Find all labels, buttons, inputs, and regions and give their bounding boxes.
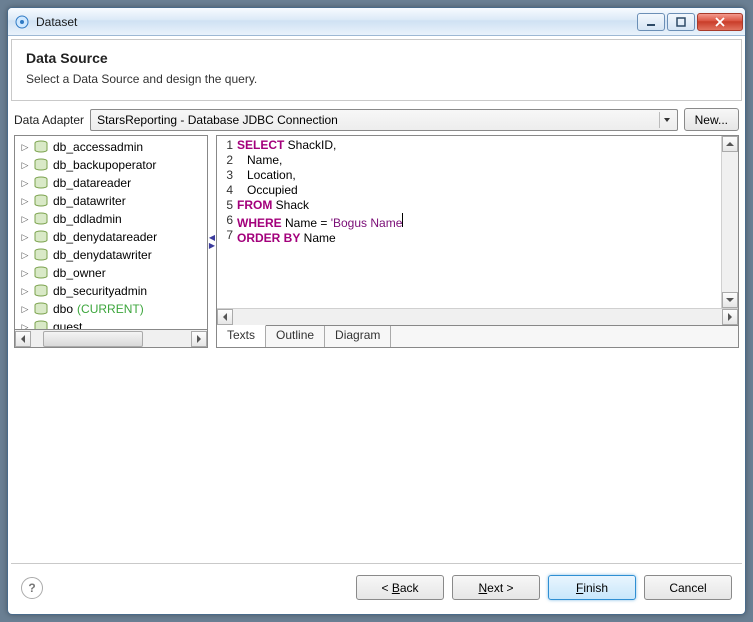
expand-icon[interactable]: ▷: [19, 250, 31, 261]
schema-icon: [33, 266, 49, 280]
dialog-window: Dataset Data Source Select a Data Source…: [7, 7, 746, 615]
editor-hscrollbar[interactable]: [217, 308, 738, 325]
schema-icon: [33, 194, 49, 208]
schema-icon: [33, 248, 49, 262]
new-adapter-button[interactable]: New...: [684, 108, 739, 131]
expand-icon[interactable]: ▷: [19, 268, 31, 279]
tree-item-dbo[interactable]: ▷dbo(CURRENT): [15, 300, 207, 318]
tab-texts[interactable]: Texts: [217, 325, 266, 347]
next-button[interactable]: Next >: [452, 575, 540, 600]
expand-icon[interactable]: ▷: [19, 160, 31, 171]
current-badge: (CURRENT): [77, 302, 144, 316]
scroll-right-icon[interactable]: [191, 331, 207, 347]
maximize-button[interactable]: [667, 13, 695, 31]
sash-right-icon: ▶: [209, 243, 215, 249]
scroll-left-icon[interactable]: [217, 309, 233, 325]
scroll-right-icon[interactable]: [722, 309, 738, 325]
wizard-footer: ? < Back Next > Finish Cancel: [11, 563, 742, 611]
tree-item[interactable]: ▷db_owner: [15, 264, 207, 282]
schema-icon: [33, 320, 49, 330]
finish-button[interactable]: Finish: [548, 575, 636, 600]
app-icon: [14, 14, 30, 30]
tree-item[interactable]: ▷db_datawriter: [15, 192, 207, 210]
expand-icon[interactable]: ▷: [19, 286, 31, 297]
expand-icon[interactable]: ▷: [19, 322, 31, 331]
data-adapter-combo[interactable]: StarsReporting - Database JDBC Connectio…: [90, 109, 678, 131]
schema-icon: [33, 212, 49, 226]
tab-diagram[interactable]: Diagram: [325, 326, 391, 347]
back-button[interactable]: < Back: [356, 575, 444, 600]
schema-icon: [33, 140, 49, 154]
sash-handle[interactable]: ◀ ▶: [208, 135, 216, 348]
schema-icon: [33, 230, 49, 244]
tree-item[interactable]: ▷db_denydatawriter: [15, 246, 207, 264]
line-gutter: 1 2 3 4 5 6 7: [217, 136, 235, 308]
scroll-left-icon[interactable]: [15, 331, 31, 347]
tree-item[interactable]: ▷db_accessadmin: [15, 138, 207, 156]
schema-icon: [33, 176, 49, 190]
expand-icon[interactable]: ▷: [19, 196, 31, 207]
expand-icon[interactable]: ▷: [19, 214, 31, 225]
data-adapter-label: Data Adapter: [14, 113, 84, 127]
page-title: Data Source: [26, 50, 727, 66]
tree-item[interactable]: ▷db_backupoperator: [15, 156, 207, 174]
page-subtitle: Select a Data Source and design the quer…: [26, 72, 727, 86]
tree-item[interactable]: ▷db_ddladmin: [15, 210, 207, 228]
tree-item[interactable]: ▷db_denydatareader: [15, 228, 207, 246]
tree-item[interactable]: ▷db_securityadmin: [15, 282, 207, 300]
editor-tabs: Texts Outline Diagram: [216, 326, 739, 348]
expand-icon[interactable]: ▷: [19, 232, 31, 243]
chevron-down-icon: [659, 112, 675, 128]
schema-icon: [33, 158, 49, 172]
close-button[interactable]: [697, 13, 743, 31]
editor-vscrollbar[interactable]: [721, 136, 738, 308]
text-caret: [402, 213, 403, 227]
data-adapter-value: StarsReporting - Database JDBC Connectio…: [97, 113, 338, 127]
expand-icon[interactable]: ▷: [19, 178, 31, 189]
data-adapter-row: Data Adapter StarsReporting - Database J…: [8, 104, 745, 135]
cancel-button[interactable]: Cancel: [644, 575, 732, 600]
tab-outline[interactable]: Outline: [266, 326, 325, 347]
help-icon[interactable]: ?: [21, 577, 43, 599]
titlebar[interactable]: Dataset: [8, 8, 745, 36]
schema-icon: [33, 284, 49, 298]
window-title: Dataset: [36, 15, 635, 29]
scroll-up-icon[interactable]: [722, 136, 738, 152]
tree-scrollbar[interactable]: [14, 330, 208, 348]
tree-item[interactable]: ▷guest: [15, 318, 207, 330]
expand-icon[interactable]: ▷: [19, 142, 31, 153]
expand-icon[interactable]: ▷: [19, 304, 31, 315]
scroll-thumb[interactable]: [43, 331, 143, 347]
schema-icon: [33, 302, 49, 316]
schema-tree[interactable]: ▷db_accessadmin ▷db_backupoperator ▷db_d…: [14, 135, 208, 330]
sash-left-icon: ◀: [209, 235, 215, 241]
tree-item[interactable]: ▷db_datareader: [15, 174, 207, 192]
sql-editor[interactable]: SELECT ShackID, Name, Location, Occupied…: [235, 136, 721, 308]
minimize-button[interactable]: [637, 13, 665, 31]
wizard-header: Data Source Select a Data Source and des…: [11, 39, 742, 101]
scroll-down-icon[interactable]: [722, 292, 738, 308]
